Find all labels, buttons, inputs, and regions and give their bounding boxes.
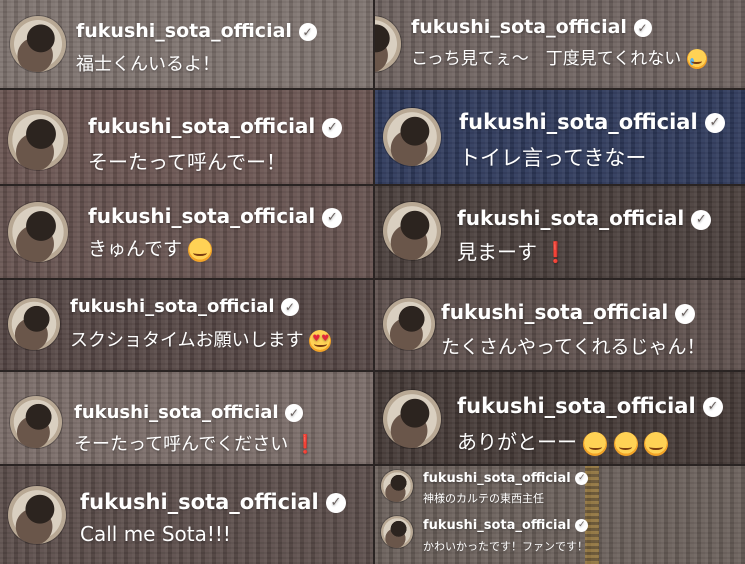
comment-text: そーたって呼んでー！: [88, 150, 286, 174]
comment-tile-10: fukushi_sota_official ✓ ありがとーー: [375, 372, 745, 464]
avatar[interactable]: [383, 298, 435, 350]
smiling-hearts-emoji-icon: [583, 431, 608, 456]
comment-tile-11: fukushi_sota_official ✓ Call me Sota!!!: [0, 466, 373, 564]
comment-text: こっち見てぇ〜 丁度見てくれない: [411, 44, 707, 69]
avatar[interactable]: [381, 516, 413, 548]
username[interactable]: fukushi_sota_official ✓: [423, 518, 589, 533]
avatar[interactable]: [383, 202, 441, 260]
username[interactable]: fukushi_sota_official ✓: [88, 114, 343, 138]
comment-tile-8: fukushi_sota_official ✓ たくさんやってくれるじゃん！: [375, 280, 745, 370]
comment-tile-7: fukushi_sota_official ✓ スクショタイムお願いします: [0, 280, 373, 370]
username[interactable]: fukushi_sota_official ✓: [88, 204, 343, 228]
comment-text: ありがとーー: [457, 426, 669, 456]
verified-badge-icon: ✓: [322, 117, 343, 138]
verified-badge-icon: ✓: [575, 519, 589, 532]
avatar[interactable]: [10, 16, 66, 72]
comment-text: 福士くんいるよ！: [76, 54, 220, 75]
comment-tile-1: fukushi_sota_official ✓ 福士くんいるよ！: [0, 0, 373, 88]
verified-badge-icon: ✓: [284, 404, 303, 422]
avatar[interactable]: [381, 470, 413, 502]
username[interactable]: fukushi_sota_official ✓: [76, 20, 317, 42]
avatar[interactable]: [8, 486, 66, 544]
avatar[interactable]: [8, 110, 68, 170]
smiling-hearts-emoji-icon: [613, 431, 638, 456]
username[interactable]: fukushi_sota_official ✓: [70, 296, 299, 317]
username[interactable]: fukushi_sota_official ✓: [80, 490, 346, 514]
comment-tile-6: fukushi_sota_official ✓ 見まーす ❗: [375, 186, 745, 278]
red-exclamation-icon: ❗: [293, 434, 317, 455]
comment-text: トイレ言ってきなー: [459, 146, 647, 170]
comment-text: かわいかったです！ファンです！: [423, 540, 588, 553]
comment-tile-2: fukushi_sota_official ✓ こっち見てぇ〜 丁度見てくれない: [375, 0, 745, 88]
comment-text: スクショタイムお願いします: [70, 326, 332, 352]
avatar[interactable]: [8, 298, 60, 350]
verified-badge-icon: ✓: [575, 472, 589, 485]
crying-emoji-icon: [686, 49, 707, 69]
avatar[interactable]: [383, 108, 441, 166]
comment-text: きゅんです: [88, 234, 213, 262]
comment-text: 見まーす ❗: [457, 240, 569, 264]
verified-badge-icon: ✓: [702, 397, 723, 417]
verified-badge-icon: ✓: [704, 113, 725, 133]
avatar[interactable]: [10, 396, 62, 448]
comment-tile-12-13: fukushi_sota_official ✓ 神様のカルテの東西主任 fuku…: [375, 466, 745, 564]
comment-tile-9: fukushi_sota_official ✓ そーたって呼んでください ❗: [0, 372, 373, 464]
username[interactable]: fukushi_sota_official ✓: [411, 16, 652, 38]
smiling-hearts-emoji-icon: [188, 237, 213, 262]
comment-text: 神様のカルテの東西主任: [423, 492, 544, 505]
username[interactable]: fukushi_sota_official ✓: [74, 402, 303, 423]
comment-text: そーたって呼んでください ❗: [74, 434, 317, 455]
comment-text: たくさんやってくれるじゃん！: [441, 336, 706, 358]
avatar[interactable]: [8, 202, 68, 262]
comment-tile-5: fukushi_sota_official ✓ きゅんです: [0, 186, 373, 278]
username[interactable]: fukushi_sota_official ✓: [441, 300, 696, 324]
verified-badge-icon: ✓: [322, 207, 343, 228]
smiling-hearts-emoji-icon: [644, 431, 669, 456]
username[interactable]: fukushi_sota_official ✓: [423, 471, 589, 486]
verified-badge-icon: ✓: [675, 303, 696, 324]
heart-eyes-emoji-icon: [309, 330, 332, 352]
username[interactable]: fukushi_sota_official ✓: [459, 110, 725, 134]
username[interactable]: fukushi_sota_official ✓: [457, 394, 723, 418]
comment-text: Call me Sota!!!: [80, 522, 231, 546]
verified-badge-icon: ✓: [280, 298, 299, 316]
verified-badge-icon: ✓: [633, 18, 652, 37]
verified-badge-icon: ✓: [691, 209, 712, 230]
verified-badge-icon: ✓: [325, 493, 346, 513]
comment-tile-4: fukushi_sota_official ✓ トイレ言ってきなー: [375, 90, 745, 184]
red-exclamation-icon: ❗: [543, 240, 569, 264]
comment-tile-3: fukushi_sota_official ✓ そーたって呼んでー！: [0, 90, 373, 184]
avatar[interactable]: [383, 390, 441, 448]
username[interactable]: fukushi_sota_official ✓: [457, 206, 712, 230]
verified-badge-icon: ✓: [298, 22, 317, 41]
